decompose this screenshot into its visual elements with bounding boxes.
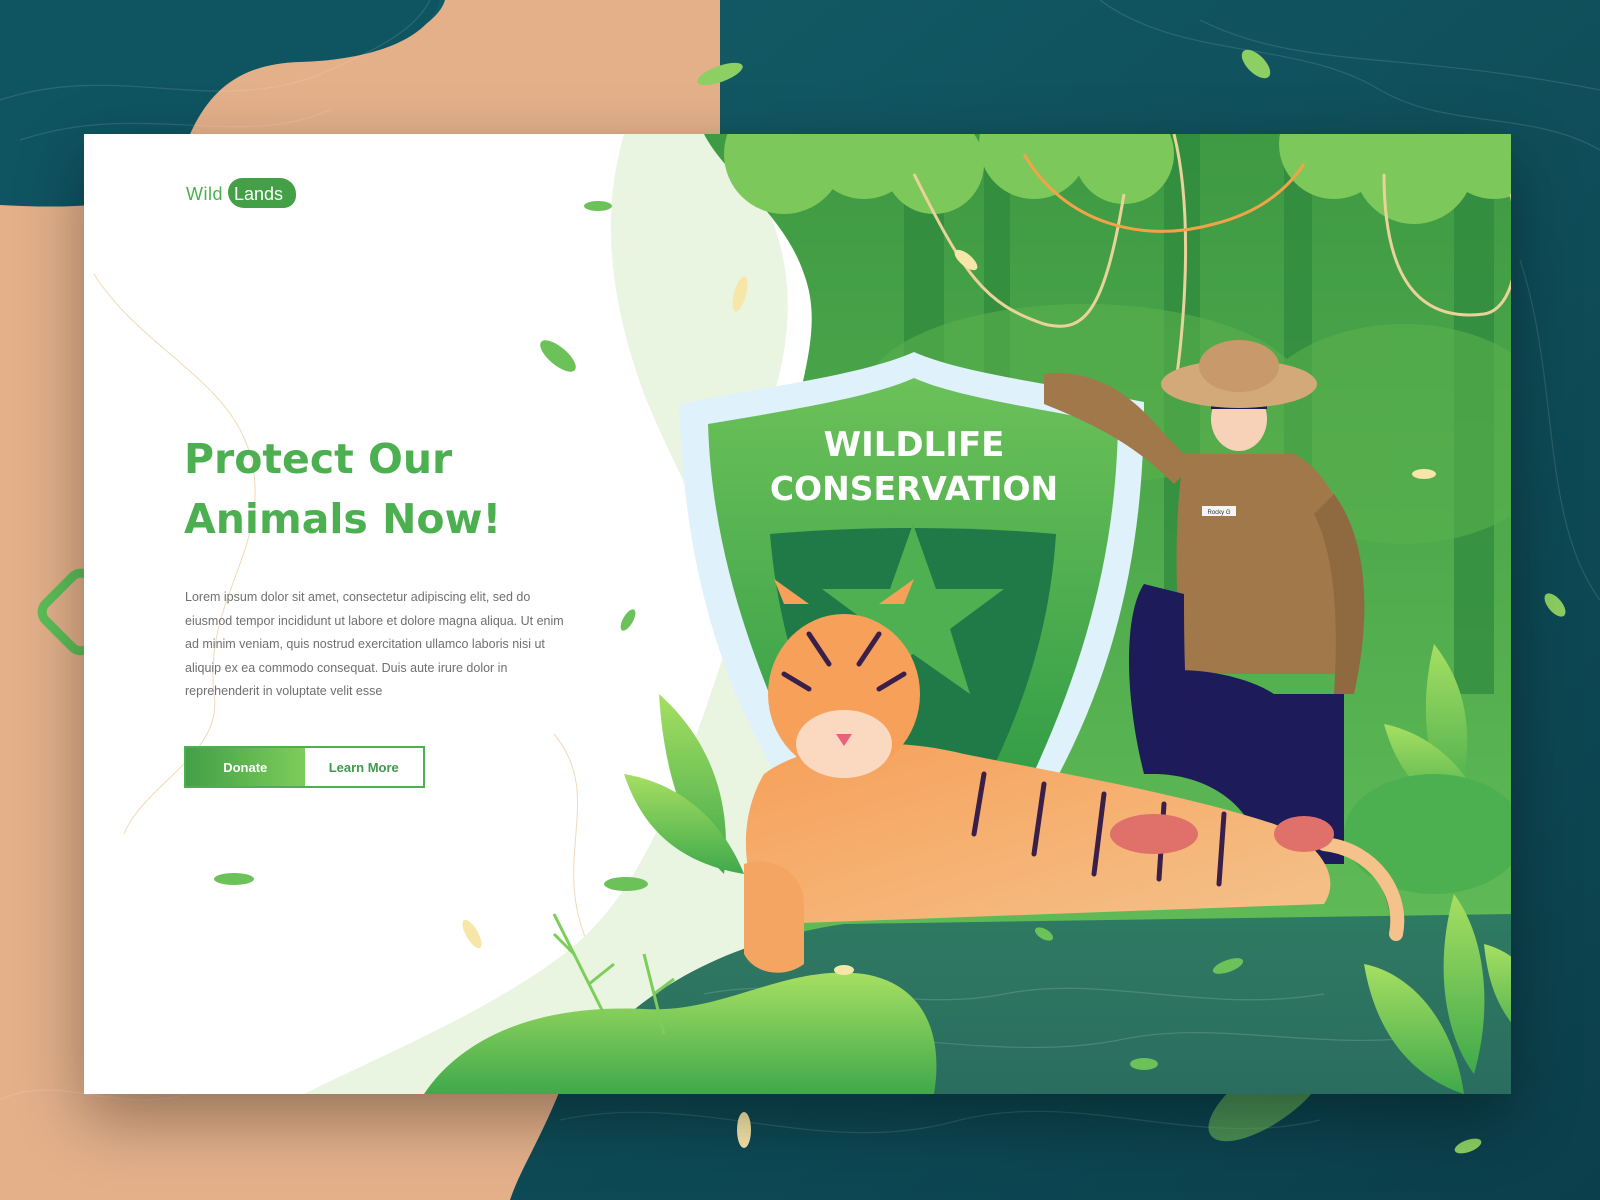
learn-more-button[interactable]: Learn More [304,748,423,786]
hero-description: Lorem ipsum dolor sit amet, consectetur … [185,590,564,698]
cta-button-group: Donate Learn More [184,746,425,788]
shield-line2: CONSERVATION [770,469,1058,508]
logo-text-wild: Wild [186,184,223,204]
landing-card: WILDLIFE CONSERVATION Rocky G Wild Lands… [84,134,1511,1094]
hero-headline: Protect Our Animals Now! [184,435,502,543]
logo-text-lands: Lands [234,184,284,204]
ranger-name-text: Rocky G [1207,510,1230,516]
wildlands-logo[interactable]: Wild Lands [186,178,306,210]
shield-line1: WILDLIFE [824,425,1005,465]
donate-button[interactable]: Donate [186,748,305,786]
